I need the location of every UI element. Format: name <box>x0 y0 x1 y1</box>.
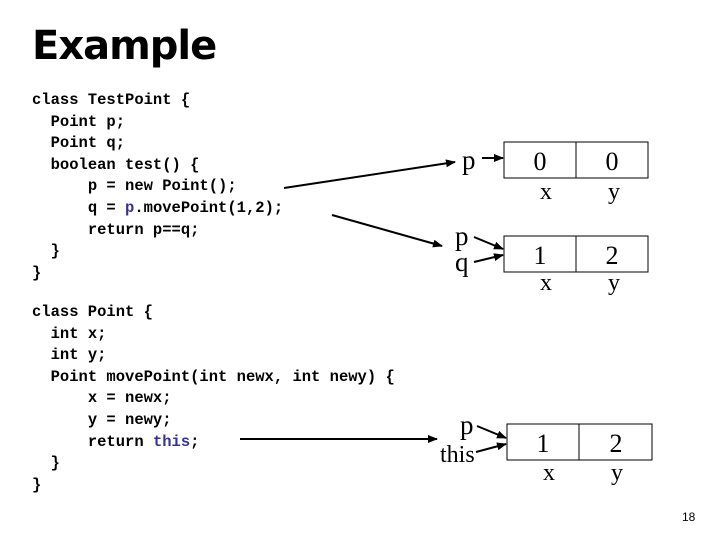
ref-arrow <box>473 253 504 263</box>
arrow-new-point <box>283 159 456 189</box>
object-diagram-3: p this 1 2 x y <box>440 410 653 486</box>
ref-arrow <box>476 425 507 439</box>
object-diagram-2: p q 1 2 x y <box>455 221 649 296</box>
arrow-move-point <box>331 214 443 248</box>
field-value-y: 2 <box>610 429 623 458</box>
field-label-y: y <box>608 270 620 296</box>
ref-arrow <box>475 442 507 453</box>
field-value-y: 0 <box>606 147 619 176</box>
ref-label: p <box>462 145 476 175</box>
field-label-x: x <box>540 179 552 205</box>
object-diagram: p 0 0 x y p q 1 2 x y p this 1 2 x y <box>240 141 653 486</box>
field-value-y: 2 <box>606 241 619 270</box>
object-diagram-1: p 0 0 x y <box>462 141 649 205</box>
ref-label: q <box>455 247 469 277</box>
field-label-y: y <box>611 460 623 486</box>
field-label-y: y <box>608 179 620 205</box>
field-label-x: x <box>543 460 555 486</box>
field-value-x: 0 <box>534 147 547 176</box>
page-number: 18 <box>682 510 696 524</box>
field-value-x: 1 <box>534 241 547 270</box>
ref-label: this <box>440 442 475 468</box>
ref-arrow <box>473 236 504 250</box>
field-value-x: 1 <box>537 429 550 458</box>
field-label-x: x <box>540 270 552 296</box>
ref-label: p <box>460 410 474 440</box>
